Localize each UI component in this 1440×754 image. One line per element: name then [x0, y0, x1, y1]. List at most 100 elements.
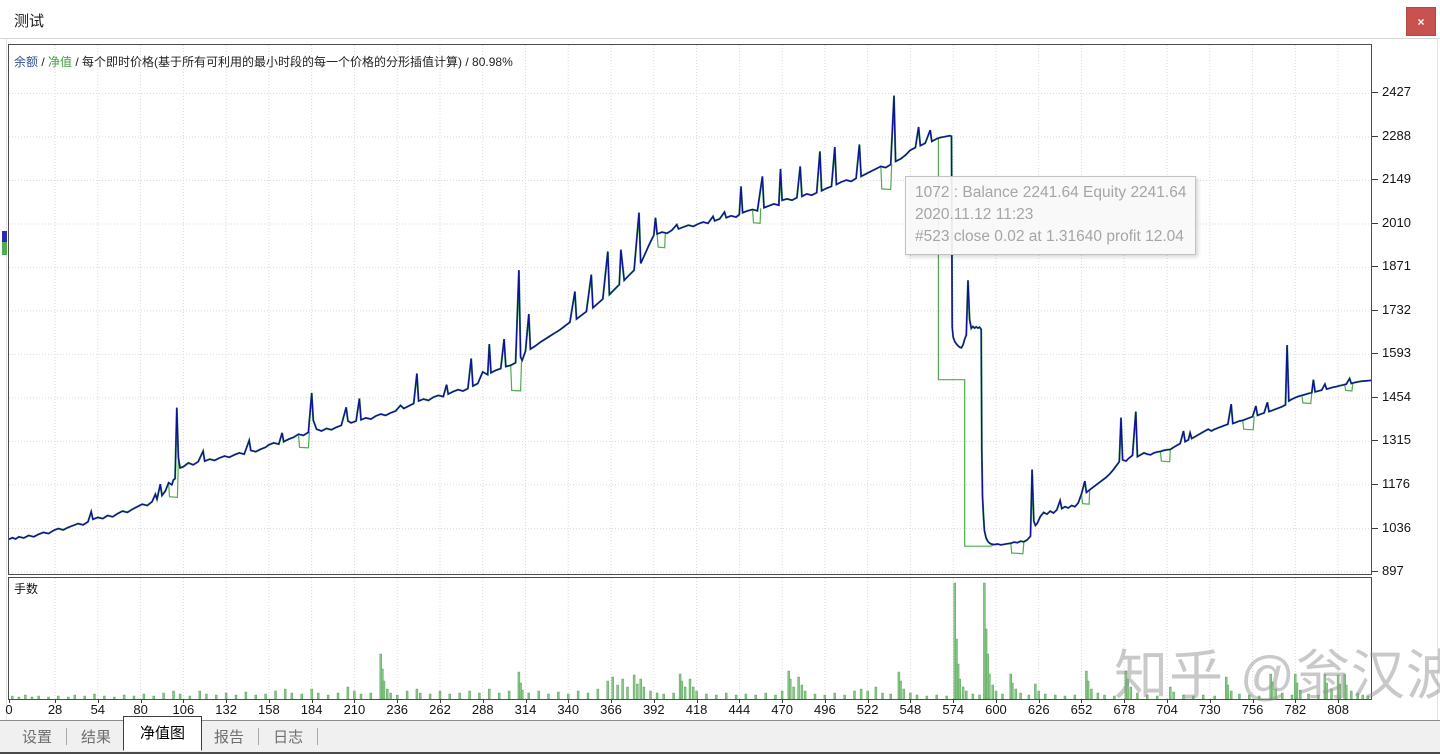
y-axis-tick [1372, 92, 1378, 94]
tab-separator [317, 728, 319, 745]
window-title: 测试 [14, 13, 45, 30]
x-axis-label: 522 [856, 702, 879, 717]
x-axis-label: 600 [985, 702, 1007, 717]
y-axis-tick [1372, 266, 1378, 268]
y-axis-label: 1036 [1382, 519, 1411, 535]
lot-size-chart[interactable] [8, 577, 1372, 700]
x-axis-tick [397, 699, 399, 703]
y-axis-label: 2427 [1382, 84, 1411, 100]
x-axis-label: 730 [1198, 702, 1221, 717]
x-axis-label: 756 [1241, 702, 1264, 717]
x-axis-tick [824, 699, 826, 703]
x-axis-tick [739, 699, 741, 703]
x-axis-label: 470 [771, 702, 793, 717]
balance-edge-marker [2, 231, 7, 242]
x-axis-label: 704 [1156, 702, 1178, 717]
x-axis-tick [1295, 699, 1297, 703]
x-axis-label: 314 [514, 702, 537, 717]
tab-separator [66, 728, 68, 745]
x-axis-tick [696, 699, 698, 703]
x-axis-label: 548 [899, 702, 922, 717]
x-axis-label: 340 [557, 702, 580, 717]
x-axis-tick [1167, 699, 1169, 703]
window-titlebar: 测试 [0, 0, 1440, 39]
balance-equity-chart[interactable] [8, 44, 1372, 575]
y-axis-label: 1454 [1382, 388, 1411, 404]
x-axis-tick [268, 699, 270, 703]
x-axis-tick [439, 699, 441, 703]
x-axis-tick [1081, 699, 1083, 703]
y-axis-label: 1315 [1382, 432, 1411, 448]
y-axis-tick [1372, 179, 1378, 181]
legend-separator: / [38, 55, 49, 69]
x-axis-tick [1338, 699, 1340, 703]
x-axis-tick [1252, 699, 1254, 703]
x-axis-tick [1124, 699, 1126, 703]
chart-description: / 每个即时价格(基于所有可利用的最小时段的每一个价格的分形插值计算) / 80… [72, 55, 513, 69]
x-axis-tick [354, 699, 356, 703]
x-axis-label: 626 [1027, 702, 1050, 717]
x-axis-tick [97, 699, 99, 703]
x-axis-tick [1209, 699, 1211, 703]
x-axis-label: 132 [215, 702, 237, 717]
x-axis-label: 288 [471, 702, 494, 717]
chart-header: 余额 / 净值 / 每个即时价格(基于所有可利用的最小时段的每一个价格的分形插值… [14, 53, 513, 70]
x-axis-label: 574 [942, 702, 965, 717]
x-axis-tick [611, 699, 613, 703]
equity-legend-label: 净值 [48, 55, 73, 69]
y-axis-tick [1372, 222, 1378, 224]
tab-设置[interactable]: 设置 [10, 722, 64, 751]
balance-legend-label: 余额 [14, 55, 39, 69]
x-axis-tick [9, 699, 10, 703]
x-axis-tick [55, 699, 57, 703]
x-axis-label: 210 [343, 702, 366, 717]
x-axis-label: 366 [600, 702, 622, 717]
y-axis-tick [1372, 483, 1378, 485]
x-axis-tick [1038, 699, 1040, 703]
y-axis-label: 2149 [1382, 171, 1411, 187]
tab-结果[interactable]: 结果 [69, 722, 123, 751]
tab-日志[interactable]: 日志 [261, 722, 315, 751]
tab-净值图[interactable]: 净值图 [123, 715, 203, 751]
x-axis-tick [953, 699, 955, 703]
x-axis-label: 652 [1070, 702, 1093, 717]
trade-tooltip: 1072 : Balance 2241.64 Equity 2241.64 20… [905, 176, 1197, 255]
tab-报告[interactable]: 报告 [202, 722, 256, 751]
x-axis-tick [867, 699, 869, 703]
x-axis-label: 28 [47, 702, 63, 717]
x-axis-tick [995, 699, 997, 703]
x-axis-label: 236 [386, 702, 409, 717]
equity-edge-marker [2, 242, 7, 255]
tooltip-datetime-line: 2020.11.12 11:23 [915, 206, 1034, 223]
y-axis-tick [1372, 396, 1378, 398]
tooltip-trade-line: #523 close 0.02 at 1.31640 profit 12.04 [915, 228, 1184, 245]
x-axis-label: 0 [5, 702, 13, 717]
lots-bars [11, 582, 1369, 699]
close-button[interactable]: × [1406, 7, 1436, 36]
y-axis-tick [1372, 353, 1378, 355]
x-axis-label: 184 [300, 702, 323, 717]
equity-drawdown-segment [168, 458, 179, 499]
x-axis-tick [140, 699, 142, 703]
y-axis-tick [1372, 135, 1378, 137]
x-axis-label: 54 [90, 702, 106, 717]
y-axis-label: 1732 [1382, 301, 1411, 317]
balance-equity-svg [9, 45, 1371, 574]
close-icon: × [1417, 14, 1425, 29]
x-axis-tick [653, 699, 655, 703]
tab-separator [258, 728, 260, 745]
x-axis-label: 496 [814, 702, 836, 717]
x-axis-tick [183, 699, 185, 703]
y-axis-label: 2010 [1382, 214, 1411, 230]
y-axis-tick [1372, 571, 1378, 573]
x-axis-label: 444 [728, 702, 751, 717]
y-axis-label: 1593 [1382, 345, 1411, 361]
x-axis-label: 678 [1113, 702, 1136, 717]
x-axis-tick [568, 699, 570, 703]
x-axis-tick [525, 699, 527, 703]
x-axis-tick [311, 699, 313, 703]
y-axis-label: 1176 [1382, 475, 1410, 491]
tooltip-balance-line: 1072 : Balance 2241.64 Equity 2241.64 [915, 184, 1187, 201]
y-axis-label: 2288 [1382, 127, 1411, 143]
x-axis-tick [226, 699, 228, 703]
